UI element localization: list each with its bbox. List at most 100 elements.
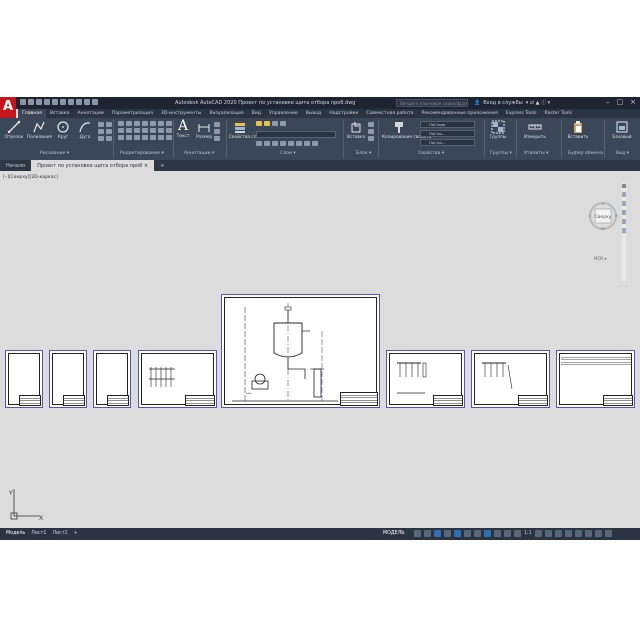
tab-collaborate[interactable]: Совместная работа <box>362 109 417 118</box>
drawing-sheet-main[interactable]: ┴┴┴ <box>221 294 380 408</box>
tab-express-tools[interactable]: Express Tools <box>502 109 541 118</box>
layers-panel-label[interactable]: Слои ▾ <box>280 151 296 156</box>
add-layout-button[interactable]: + <box>74 531 78 536</box>
app-logo-button[interactable]: A <box>0 97 16 119</box>
quick-access-toolbar[interactable] <box>20 99 98 107</box>
pan-icon[interactable] <box>622 201 626 206</box>
annotation-small-tools[interactable] <box>214 122 220 141</box>
drawing-sheet[interactable] <box>386 350 465 408</box>
user-icon[interactable]: 👤 <box>474 100 480 106</box>
maximize-button[interactable]: □ <box>617 98 624 106</box>
viewcube[interactable]: Сверху С Ю З В <box>588 201 618 231</box>
customization-menu-icon[interactable] <box>604 530 612 537</box>
drawing-sheet[interactable] <box>49 350 87 408</box>
tab-insert[interactable]: Вставка <box>46 109 73 118</box>
tab-annotate[interactable]: Аннотации <box>73 109 108 118</box>
viewcube-face[interactable]: Сверху <box>595 214 612 220</box>
drawing-sheet[interactable] <box>556 350 635 408</box>
hardware-acceleration-icon[interactable] <box>584 530 592 537</box>
selection-cycling-icon[interactable] <box>494 530 501 537</box>
modify-panel-label[interactable]: Редактирование ▾ <box>120 151 164 156</box>
paste-button[interactable]: Вставить <box>566 120 590 140</box>
block-small-tools[interactable] <box>368 122 374 141</box>
modify-tools[interactable] <box>118 121 172 140</box>
isolate-objects-icon[interactable] <box>574 530 582 537</box>
steering-wheel-icon[interactable] <box>622 192 626 197</box>
layer-state-icons[interactable] <box>256 121 286 126</box>
viewcube-east[interactable]: В <box>615 214 618 218</box>
viewcube-south[interactable]: Ю <box>601 227 605 231</box>
transparency-icon[interactable] <box>484 530 491 537</box>
insert-block-button[interactable]: Вставка <box>346 120 366 140</box>
otrack-icon[interactable] <box>464 530 471 537</box>
tab-layout1[interactable]: Лист1 <box>31 531 46 536</box>
layer-properties-button[interactable]: Свойства слоя <box>229 120 262 140</box>
nav-close-icon[interactable] <box>622 184 626 188</box>
clipboard-panel-label[interactable]: Буфер обмена <box>568 151 603 156</box>
linetype-dropdown[interactable]: ПоСло... <box>420 130 475 137</box>
snap-icon[interactable] <box>424 530 431 537</box>
block-panel-label[interactable]: Блок ▾ <box>356 151 371 156</box>
drawing-sheet[interactable] <box>93 350 131 408</box>
showmotion-icon[interactable] <box>622 228 626 233</box>
tab-layout2[interactable]: Лист2 <box>52 531 67 536</box>
close-button[interactable]: × <box>630 98 636 106</box>
base-view-button[interactable]: Базовый <box>609 120 635 140</box>
tab-drawing-file[interactable]: Проект по установке щита отбора проб × <box>31 160 155 171</box>
tab-manage[interactable]: Управление <box>265 109 302 118</box>
lineweight-dropdown[interactable]: ПоСло... <box>420 139 475 146</box>
layer-dropdown[interactable] <box>256 131 336 138</box>
dimension-button[interactable]: Размер <box>194 120 214 140</box>
zoom-icon[interactable] <box>622 210 626 215</box>
text-button[interactable]: A Текст <box>175 119 191 139</box>
tab-raster-tools[interactable]: Raster Tools <box>541 109 577 118</box>
draw-small-tools[interactable] <box>98 122 112 141</box>
ortho-icon[interactable] <box>434 530 441 537</box>
circle-button[interactable]: Круг <box>53 120 73 140</box>
osnap-icon[interactable] <box>454 530 461 537</box>
lineweight-icon[interactable] <box>474 530 481 537</box>
tab-visualize[interactable]: Визуализация <box>205 109 247 118</box>
polar-icon[interactable] <box>444 530 451 537</box>
drawing-sheet[interactable] <box>138 350 217 408</box>
annotation-visibility-icon[interactable] <box>504 530 511 537</box>
annotation-monitor-icon[interactable] <box>544 530 552 537</box>
orbit-icon[interactable] <box>622 219 626 224</box>
tab-view[interactable]: Вид <box>248 109 265 118</box>
annotation-scale[interactable]: 1:1 <box>524 531 532 536</box>
viewport-controls-label[interactable]: [–][Сверху][2D-каркас] <box>3 175 58 180</box>
minimize-button[interactable]: – <box>606 98 610 106</box>
utilities-panel-label[interactable]: Утилиты ▾ <box>524 151 548 156</box>
line-button[interactable]: Отрезок <box>3 120 25 140</box>
tab-home[interactable]: Главная <box>18 109 46 118</box>
clean-screen-icon[interactable] <box>594 530 602 537</box>
groups-panel-label[interactable]: Группы ▾ <box>490 151 512 156</box>
drawing-sheet[interactable] <box>5 350 43 408</box>
cart-icon[interactable]: ▾ ⇄ ▲ ⓘ ▾ <box>526 99 550 106</box>
autoscale-icon[interactable] <box>514 530 521 537</box>
wcs-menu[interactable]: МСК ▾ <box>594 256 606 261</box>
search-input[interactable]: Введите ключевое слово/фразу <box>396 99 468 107</box>
arc-button[interactable]: Дуга <box>75 120 95 140</box>
view-panel-label[interactable]: Вид ▾ <box>616 151 629 156</box>
grid-icon[interactable] <box>414 530 421 537</box>
tab-output[interactable]: Вывод <box>302 109 325 118</box>
model-space-toggle[interactable]: МОДЕЛЬ <box>383 531 405 536</box>
drawing-sheet[interactable] <box>471 350 550 408</box>
match-properties-button[interactable]: Копирование свойств <box>382 120 431 140</box>
measure-button[interactable]: Измерить <box>521 120 549 140</box>
draw-panel-label[interactable]: Рисование ▾ <box>40 151 69 156</box>
quick-properties-icon[interactable] <box>564 530 572 537</box>
new-tab-button[interactable]: + <box>154 160 170 171</box>
tab-addins[interactable]: Надстройки <box>325 109 362 118</box>
tab-parametric[interactable]: Параметризация <box>108 109 157 118</box>
tab-model[interactable]: Модель <box>6 531 25 536</box>
units-icon[interactable] <box>554 530 562 537</box>
polyline-button[interactable]: Полилиния <box>27 120 52 140</box>
color-dropdown[interactable]: ПоСлою <box>420 121 475 128</box>
groups-button[interactable]: Группы <box>487 120 509 140</box>
properties-panel-label[interactable]: Свойства ▾ <box>418 151 444 156</box>
tab-start[interactable]: Начало <box>0 160 31 171</box>
tab-featured-apps[interactable]: Рекомендованные приложения <box>418 109 502 118</box>
layer-tools[interactable] <box>256 141 318 146</box>
